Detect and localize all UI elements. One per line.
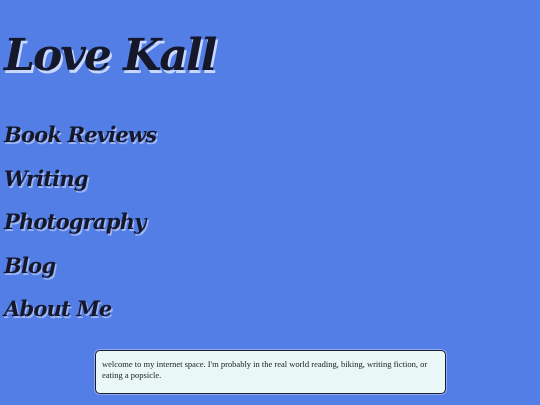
- nav-link-photography[interactable]: Photography: [4, 209, 146, 234]
- welcome-box: welcome to my internet space. I'm probab…: [95, 350, 446, 394]
- welcome-text: welcome to my internet space. I'm probab…: [102, 359, 428, 380]
- nav-link-writing[interactable]: Writing: [4, 166, 89, 191]
- site-title: Love Kall: [4, 30, 217, 81]
- nav-link-blog[interactable]: Blog: [4, 253, 56, 278]
- main-nav: Book Reviews Writing Photography Blog Ab…: [4, 118, 157, 336]
- nav-item-book-reviews: Book Reviews: [4, 118, 157, 162]
- nav-item-about-me: About Me: [4, 292, 156, 336]
- nav-item-writing: Writing: [4, 162, 156, 206]
- nav-item-photography: Photography: [4, 205, 156, 249]
- nav-item-blog: Blog: [4, 249, 156, 293]
- nav-link-book-reviews[interactable]: Book Reviews: [4, 122, 157, 147]
- nav-link-about-me[interactable]: About Me: [4, 296, 112, 321]
